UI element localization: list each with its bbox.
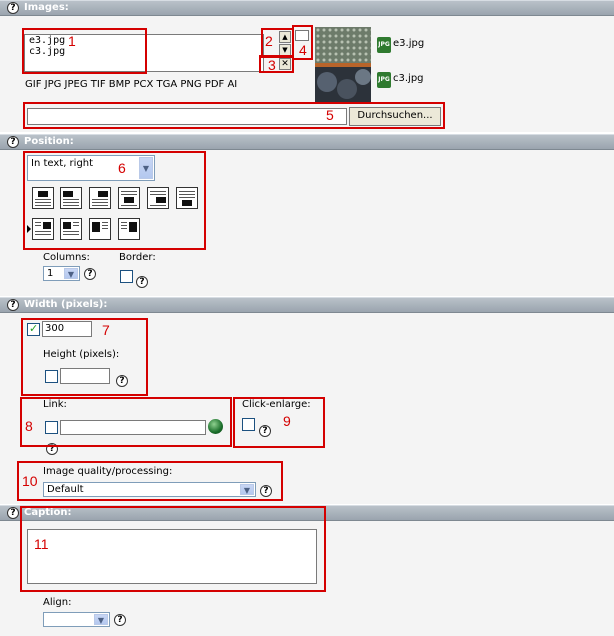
annotation-1: 1 [68, 33, 76, 49]
position-option-icon[interactable] [147, 187, 169, 209]
annotation-3: 3 [268, 57, 276, 73]
selected-marker-icon [27, 225, 31, 233]
width-header: ? Width (pixels): [0, 297, 614, 313]
height-input[interactable] [60, 368, 110, 384]
position-header-label: Position: [24, 136, 74, 147]
annotation-8: 8 [25, 418, 33, 434]
border-label: Border: [119, 252, 156, 263]
help-icon[interactable]: ? [84, 268, 96, 280]
align-label: Align: [43, 597, 72, 608]
width-header-label: Width (pixels): [24, 299, 108, 310]
image-thumbnail [315, 27, 371, 102]
position-option-icon[interactable] [89, 187, 111, 209]
height-label: Height (pixels): [43, 349, 120, 360]
position-option-icon[interactable] [60, 187, 82, 209]
jpg-file-icon: JPG [377, 72, 391, 88]
annotation-11: 11 [34, 536, 49, 552]
annotation-box-8 [20, 397, 232, 447]
annotation-2: 2 [265, 33, 273, 49]
columns-select[interactable]: 1 ▼ [43, 266, 80, 281]
annotation-box-1 [22, 28, 147, 74]
help-icon[interactable]: ? [116, 375, 128, 387]
height-checkbox[interactable] [45, 370, 58, 383]
border-checkbox[interactable] [120, 270, 133, 283]
thumbnail-label: e3.jpg [393, 38, 425, 49]
position-option-icon[interactable] [118, 187, 140, 209]
thumbnail-label: c3.jpg [393, 73, 424, 84]
position-option-icon[interactable] [118, 218, 140, 240]
position-option-icon[interactable] [32, 187, 54, 209]
position-option-icon[interactable] [89, 218, 111, 240]
help-icon[interactable]: ? [7, 299, 19, 311]
chevron-down-icon: ▼ [64, 268, 78, 279]
annotation-9: 9 [283, 413, 291, 429]
annotation-10: 10 [22, 473, 38, 489]
annotation-5: 5 [326, 107, 334, 123]
images-header: ? Images: [0, 0, 614, 16]
images-header-label: Images: [24, 2, 69, 13]
annotation-7: 7 [102, 322, 110, 338]
columns-label: Columns: [43, 252, 90, 263]
annotation-box-10 [17, 461, 283, 501]
position-header: ? Position: [0, 134, 614, 150]
position-option-icon[interactable] [32, 218, 54, 240]
annotation-box-5 [23, 102, 445, 129]
annotation-box-9 [233, 397, 325, 448]
help-icon[interactable]: ? [114, 614, 126, 626]
help-icon[interactable]: ? [136, 276, 148, 288]
annotation-4: 4 [299, 42, 307, 58]
position-option-icon[interactable] [176, 187, 198, 209]
annotation-box-3 [259, 55, 294, 73]
align-select[interactable]: ▼ [43, 612, 110, 627]
jpg-file-icon: JPG [377, 37, 391, 53]
help-icon[interactable]: ? [7, 507, 19, 519]
annotation-box-11 [20, 506, 326, 592]
annotation-6: 6 [118, 160, 126, 176]
columns-select-value: 1 [47, 268, 54, 279]
help-icon[interactable]: ? [7, 2, 19, 14]
chevron-down-icon: ▼ [94, 614, 108, 625]
position-option-icon[interactable] [60, 218, 82, 240]
allowed-formats: GIF JPG JPEG TIF BMP PCX TGA PNG PDF AI [25, 79, 238, 90]
thumbnail-image [315, 27, 371, 102]
help-icon[interactable]: ? [7, 136, 19, 148]
